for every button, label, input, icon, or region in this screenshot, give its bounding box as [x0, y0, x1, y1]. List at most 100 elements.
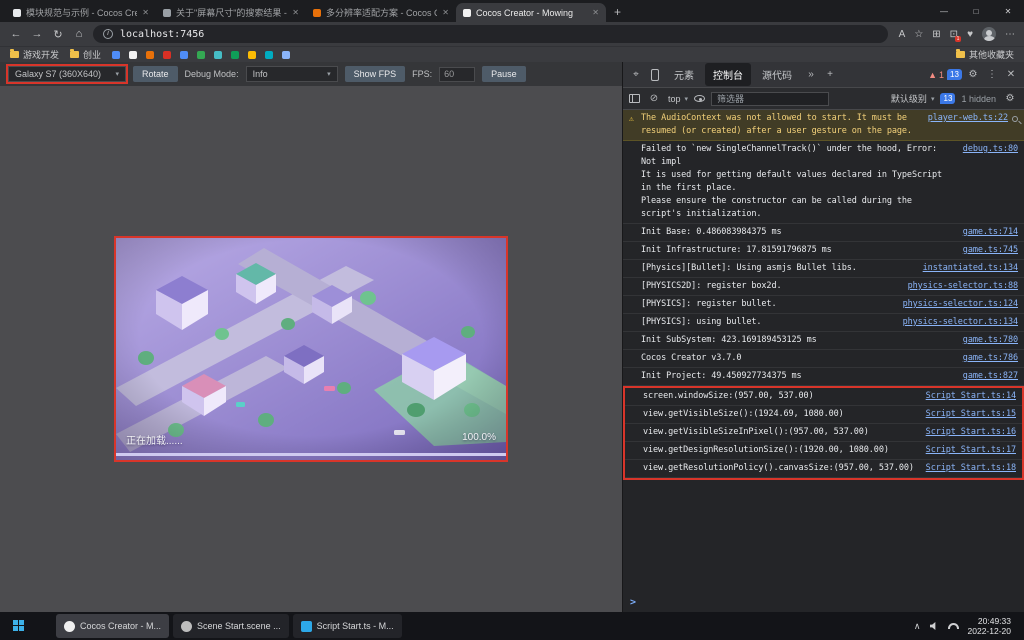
- rotate-button[interactable]: Rotate: [133, 66, 178, 82]
- bookmark-favicon[interactable]: [214, 51, 222, 59]
- refresh-icon[interactable]: ↻: [51, 28, 65, 41]
- bookmark-favicon[interactable]: [129, 51, 137, 59]
- console-source-link[interactable]: Script_Start.ts:14: [926, 390, 1016, 403]
- tray-chevron-up-icon[interactable]: ∧: [914, 621, 921, 632]
- hidden-messages-link[interactable]: 1 hidden: [961, 94, 996, 104]
- bookmark-favicon[interactable]: [282, 51, 290, 59]
- back-icon[interactable]: ←: [9, 28, 23, 40]
- gear-icon[interactable]: ⚙: [965, 69, 981, 80]
- network-icon[interactable]: [948, 623, 959, 629]
- more-tabs-icon[interactable]: »: [803, 69, 819, 80]
- console-source-link[interactable]: instantiated.ts:134: [923, 262, 1018, 275]
- tab-console[interactable]: 控制台: [705, 63, 751, 86]
- console-source-link[interactable]: Script_Start.ts:16: [926, 426, 1016, 439]
- start-button[interactable]: [5, 614, 33, 638]
- tab-close-icon[interactable]: ✕: [442, 8, 449, 17]
- browser-tab[interactable]: Cocos Creator - Mowing✕: [456, 3, 606, 22]
- tab-close-icon[interactable]: ✕: [292, 8, 299, 17]
- favorite-star-icon[interactable]: ☆: [914, 29, 923, 40]
- bookmark-favicon[interactable]: [231, 51, 239, 59]
- more-vert-icon[interactable]: ⋮: [984, 69, 1000, 80]
- address-bar[interactable]: i localhost:7456: [93, 25, 888, 43]
- console-source-link[interactable]: game.ts:827: [963, 370, 1018, 383]
- fps-input[interactable]: [439, 67, 475, 82]
- filter-messages-badge[interactable]: 13: [940, 93, 955, 104]
- address-toolbar: ← → ↻ ⌂ i localhost:7456 A ☆ ⊞ ⊡1 ♥ ⋯: [0, 22, 1024, 46]
- bookmark-favicon[interactable]: [146, 51, 154, 59]
- folder-icon: [70, 51, 79, 58]
- console-prompt[interactable]: >: [623, 593, 1024, 612]
- eye-icon[interactable]: [694, 95, 705, 102]
- console-message-text: Init SubSystem: 423.169189453125 ms: [641, 334, 955, 347]
- console-filter-input[interactable]: [711, 92, 829, 106]
- console-source-link[interactable]: physics-selector.ts:88: [908, 280, 1018, 293]
- clear-console-icon[interactable]: ⊘: [646, 93, 662, 104]
- close-devtools-icon[interactable]: ✕: [1003, 69, 1019, 80]
- close-window-button[interactable]: ✕: [992, 0, 1024, 22]
- inspect-icon[interactable]: ⌖: [628, 69, 644, 80]
- settings-menu-icon[interactable]: ⋯: [1005, 29, 1015, 40]
- bookmark-favicon[interactable]: [112, 51, 120, 59]
- browser-tab[interactable]: 多分辨率适配方案 - Cocos Crea...✕: [306, 3, 456, 22]
- bookmark-favicon[interactable]: [163, 51, 171, 59]
- taskbar-item[interactable]: Cocos Creator - M...: [56, 614, 169, 638]
- taskbar-item[interactable]: Script Start.ts - M...: [293, 614, 402, 638]
- console-source-link[interactable]: game.ts:780: [963, 334, 1018, 347]
- console-source-link[interactable]: game.ts:714: [963, 226, 1018, 239]
- console-source-link[interactable]: player-web.ts:22: [928, 112, 1008, 125]
- console-source-link[interactable]: Script_Start.ts:18: [926, 462, 1016, 475]
- maximize-button[interactable]: □: [960, 0, 992, 22]
- tab-close-icon[interactable]: ✕: [592, 8, 599, 17]
- console-source-link[interactable]: game.ts:786: [963, 352, 1018, 365]
- volume-icon[interactable]: [930, 622, 939, 631]
- console-source-link[interactable]: debug.ts:80: [963, 143, 1018, 156]
- minimize-button[interactable]: —: [928, 0, 960, 22]
- log-levels-select[interactable]: 默认级别 ▾: [891, 92, 935, 105]
- bookmark-favicon[interactable]: [248, 51, 256, 59]
- forward-icon[interactable]: →: [30, 28, 44, 40]
- context-select[interactable]: top ▾: [668, 94, 688, 104]
- bookmark-favicon[interactable]: [180, 51, 188, 59]
- console-source-link[interactable]: physics-selector.ts:134: [903, 316, 1018, 329]
- show-fps-button[interactable]: Show FPS: [345, 66, 406, 82]
- bookmark-folder-gamedev[interactable]: 游戏开发: [10, 48, 59, 61]
- console-source-link[interactable]: physics-selector.ts:124: [903, 298, 1018, 311]
- collections-icon[interactable]: ⊞: [932, 29, 940, 40]
- profile-avatar[interactable]: [982, 27, 996, 41]
- tab-elements[interactable]: 元素: [666, 63, 702, 86]
- console-source: physics-selector.ts:134: [895, 316, 1018, 329]
- device-select[interactable]: Galaxy S7 (360X640) ▾: [8, 66, 126, 82]
- bookmark-folder-startup[interactable]: 创业: [70, 48, 101, 61]
- tab-sources[interactable]: 源代码: [754, 63, 800, 86]
- tab-close-icon[interactable]: ✕: [142, 8, 149, 17]
- console-source-link[interactable]: game.ts:745: [963, 244, 1018, 257]
- browser-tab[interactable]: 关于"屏幕尺寸"的搜索结果 - Co...✕: [156, 3, 306, 22]
- home-icon[interactable]: ⌂: [72, 28, 86, 40]
- game-canvas[interactable]: 正在加载...... 100.0%: [116, 238, 506, 460]
- bookmark-favicon[interactable]: [197, 51, 205, 59]
- read-aloud-icon[interactable]: A: [899, 29, 906, 40]
- browser-tab[interactable]: 模块规范与示例 - Cocos Creator✕: [6, 3, 156, 22]
- console-sidebar-icon[interactable]: [629, 94, 640, 103]
- site-info-icon[interactable]: i: [103, 29, 113, 39]
- taskbar-clock[interactable]: 20:49:33 2022-12-20: [968, 616, 1011, 636]
- add-panel-icon[interactable]: +: [822, 69, 838, 80]
- error-badge[interactable]: ▲ 1: [928, 70, 944, 80]
- extension-icon[interactable]: ⊡1: [950, 29, 958, 40]
- other-favorites[interactable]: 其他收藏夹: [956, 48, 1014, 61]
- bookmark-label: 游戏开发: [23, 48, 59, 61]
- taskbar-item[interactable]: Scene Start.scene ...: [173, 614, 289, 638]
- device-toolbar-icon[interactable]: [651, 69, 659, 81]
- console-source-link[interactable]: Script_Start.ts:17: [926, 444, 1016, 457]
- console-settings-gear-icon[interactable]: ⚙: [1002, 93, 1018, 104]
- pause-button[interactable]: Pause: [482, 66, 526, 82]
- console-source-link[interactable]: Script_Start.ts:15: [926, 408, 1016, 421]
- browser-essentials-icon[interactable]: ♥: [967, 29, 973, 40]
- debug-mode-select[interactable]: Info ▾: [246, 66, 338, 82]
- canvas-area: 正在加载...... 100.0%: [0, 86, 622, 612]
- bookmark-favicon[interactable]: [265, 51, 273, 59]
- search-icon[interactable]: [1012, 116, 1018, 122]
- console-source: instantiated.ts:134: [915, 262, 1018, 275]
- new-tab-button[interactable]: +: [614, 5, 621, 19]
- console-messages-badge[interactable]: 13: [947, 69, 962, 80]
